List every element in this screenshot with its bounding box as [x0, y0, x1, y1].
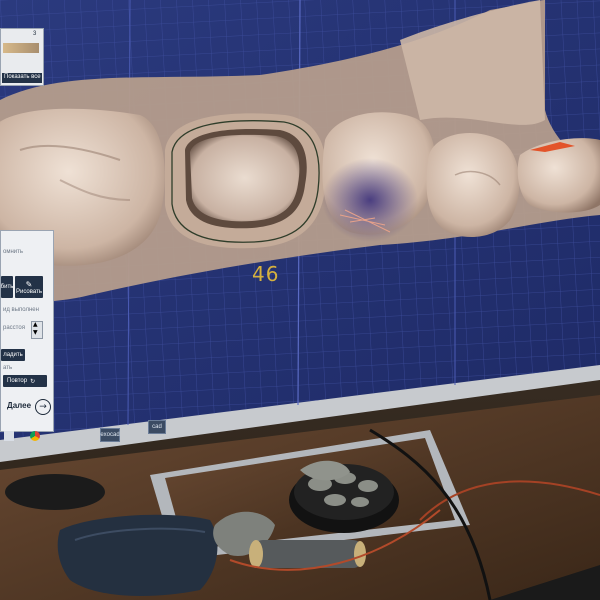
spinner-up-icon[interactable]: ▲: [33, 321, 38, 328]
apply-label: ладить: [3, 352, 23, 358]
next-button[interactable]: Далее →: [3, 399, 51, 415]
partial-label-3: расстоя: [3, 325, 25, 331]
photo-scene: [0, 0, 600, 600]
top-left-panel: 3 Показать все: [0, 28, 44, 86]
draw-pen-icon: ✎: [25, 279, 33, 289]
taskbar-item-exocad[interactable]: exocad: [100, 428, 120, 442]
draw-button-label: Рисовать: [16, 288, 42, 295]
next-label: Далее: [7, 401, 32, 410]
taskbar-item-cad[interactable]: cad: [148, 420, 166, 434]
windows-start-icon[interactable]: [4, 431, 14, 441]
show-all-label: Показать все: [4, 74, 41, 80]
partial-label-1: омнить: [3, 249, 24, 255]
left-tool-panel: омнить бить ✎ Рисовать ид выполнен расст…: [0, 230, 54, 432]
canine: [517, 138, 600, 213]
distance-spinner[interactable]: ▲ ▼: [31, 321, 43, 339]
arrow-right-circle-icon: →: [35, 399, 51, 415]
color-swatch-bar: [3, 43, 39, 53]
chrome-icon[interactable]: [30, 431, 40, 441]
thread-spool: [253, 540, 363, 568]
spinner-down-icon[interactable]: ▼: [33, 329, 38, 336]
partial-label-2: ид выполнен: [3, 307, 39, 313]
apply-button[interactable]: ладить: [1, 349, 25, 361]
tool-button-1[interactable]: бить: [1, 276, 13, 298]
repeat-button[interactable]: Повтор ↻: [3, 375, 47, 387]
repeat-icon: ↻: [30, 378, 36, 385]
draw-button[interactable]: ✎ Рисовать: [15, 276, 43, 298]
denim-case: [57, 514, 218, 596]
repeat-label: Повтор: [7, 378, 28, 384]
tooth-number-label: 46: [252, 262, 280, 286]
premolar-2: [426, 132, 520, 238]
partial-label-4: ать: [3, 365, 13, 371]
badge-top: 3: [33, 31, 37, 37]
taskbar: [0, 430, 170, 444]
tool-button-1-label: бить: [0, 284, 14, 290]
show-all-button[interactable]: Показать все: [2, 73, 42, 83]
